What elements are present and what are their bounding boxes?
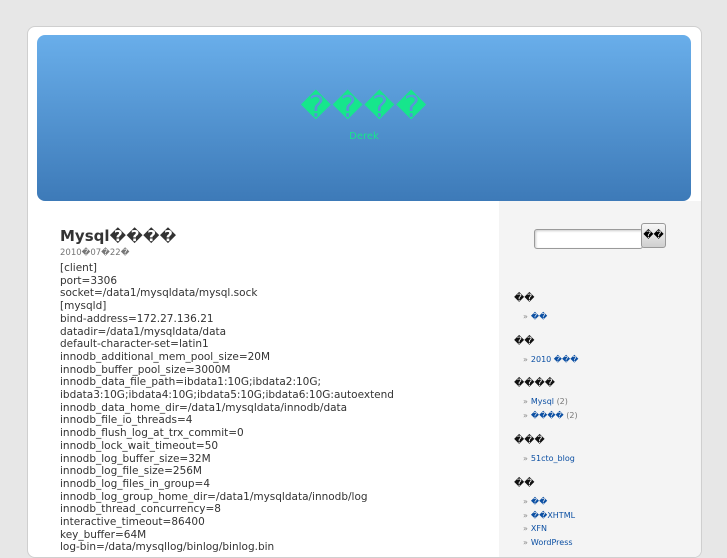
widget-link[interactable]: ��XHTML: [531, 511, 575, 520]
widget-list: » 2010 ���: [514, 353, 578, 367]
search-input[interactable]: [534, 229, 643, 249]
widget-title: ��: [514, 336, 535, 347]
bullet-arrow-icon: »: [523, 497, 528, 506]
post-count: (2): [566, 410, 578, 420]
post-line: [client]: [60, 262, 98, 274]
sidebar: �� ��» �� ��» 2010 ��� ����» Mysql (2)» ���� (…: [499, 201, 701, 557]
post-line: [mysqld]: [60, 300, 107, 313]
post-line: interactive_timeout=86400: [60, 516, 205, 529]
bullet-arrow-icon: »: [523, 537, 528, 547]
widget-link[interactable]: ����: [531, 411, 564, 420]
widget-list-item: » ��XHTML: [523, 509, 575, 523]
post-body: [client] port=3306 socket=/data1/mysqldata…: [60, 262, 490, 554]
sidebar-widget: �� » 2010 ���: [514, 336, 578, 367]
post-line: innodb_buffer_pool_size=3000M: [60, 363, 231, 376]
bullet-arrow-icon: »: [523, 510, 528, 520]
post-line: innodb_file_io_threads=4: [60, 414, 193, 427]
site-title[interactable]: ����: [37, 93, 691, 123]
sidebar-widget: ��» ��: [514, 293, 547, 324]
post-line: innodb_additional_mem_pool_size=20M: [60, 350, 271, 363]
post-line: datadir=/data1/mysqldata/data: [60, 325, 227, 338]
post-line: innodb_thread_concurrency=8: [60, 503, 221, 516]
widget-list: » Mysql (2)» ���� (2): [514, 395, 578, 422]
widget-title: ���: [514, 435, 545, 446]
widget-link[interactable]: ��: [531, 312, 547, 321]
post-line: bind-address=172.27.136.21: [60, 312, 214, 325]
widget-list: » 51cto_blog: [514, 452, 575, 466]
post-count: (2): [556, 397, 568, 406]
sidebar-widget: ��� » 51cto_blog: [514, 435, 575, 466]
post-line: innodb_log_buffer_size=32M: [60, 452, 211, 465]
bullet-arrow-icon: »: [523, 312, 528, 321]
widget-link[interactable]: Mysql: [531, 397, 554, 406]
post-date: 2010�07�22�: [60, 248, 130, 258]
site-header: ���� Derek: [37, 35, 691, 201]
post-line: innodb_log_group_home_dir=/data1/mysqlda…: [60, 490, 368, 503]
widget-list-item: » XFN: [523, 522, 575, 536]
widget-link[interactable]: 2010 ���: [531, 355, 579, 364]
widget-list: » ��: [514, 310, 547, 324]
post-line: key_buffer=64M: [60, 528, 147, 541]
widget-list-item: » 51cto_blog: [523, 452, 575, 466]
widget-list-item: » ��: [523, 310, 547, 324]
widget-link[interactable]: WordPress: [531, 538, 573, 547]
widget-link[interactable]: ��: [531, 497, 547, 506]
post-line: ibdata3:10G;ibdata4:10G;ibdata5:10G;ibda…: [60, 389, 394, 402]
post-title[interactable]: Mysql����: [60, 227, 490, 245]
widget-list-item: » WordPress: [523, 536, 575, 550]
widget-list-item: » 2010 ���: [523, 353, 578, 367]
bullet-arrow-icon: »: [523, 524, 528, 533]
widget-link[interactable]: XFN: [531, 524, 547, 533]
bullet-arrow-icon: »: [523, 454, 528, 463]
widget-title: ��: [514, 293, 535, 304]
widget-list-item: » Mysql (2): [523, 395, 578, 409]
search-button[interactable]: ��: [641, 223, 666, 248]
main-content: Mysql���� 2010�07�22� [client] port=3306 s…: [60, 227, 490, 554]
post-line: innodb_lock_wait_timeout=50: [60, 439, 219, 452]
widget-list: » ��» ��XHTML» XFN» WordPress: [514, 495, 575, 549]
post-line: socket=/data1/mysqldata/mysql.sock: [60, 287, 258, 300]
post-line: port=3306: [60, 274, 118, 287]
widget-title: ��: [514, 478, 535, 489]
sidebar-widget: ��» ��» ��XHTML» XFN» WordPress: [514, 478, 575, 549]
post-line: innodb_data_home_dir=/data1/mysqldata/in…: [60, 401, 348, 414]
post-line: innodb_flush_log_at_trx_commit=0: [60, 427, 244, 440]
bullet-arrow-icon: »: [523, 355, 528, 364]
widget-title: ����: [514, 378, 556, 389]
page-container: ���� Derek Mysql���� 2010�07�22� [client…: [27, 26, 702, 558]
post-line: default-character-set=latin1: [60, 338, 209, 351]
post-line: innodb_log_files_in_group=4: [60, 477, 210, 490]
sidebar-widget: ����» Mysql (2)» ���� (2): [514, 378, 578, 422]
widget-link[interactable]: 51cto_blog: [531, 454, 575, 463]
widget-list-item: » ���� (2): [523, 409, 578, 423]
widget-list-item: » ��: [523, 495, 575, 509]
post-line: innodb_data_file_path=ibdata1:10G;ibdata…: [60, 376, 322, 389]
bullet-arrow-icon: »: [523, 410, 528, 420]
post-line: innodb_log_file_size=256M: [60, 465, 202, 478]
site-description: Derek: [349, 131, 379, 142]
post-line: log-bin=/data/mysqllog/binlog/binlog.bin: [60, 541, 275, 554]
bullet-arrow-icon: »: [523, 397, 528, 406]
